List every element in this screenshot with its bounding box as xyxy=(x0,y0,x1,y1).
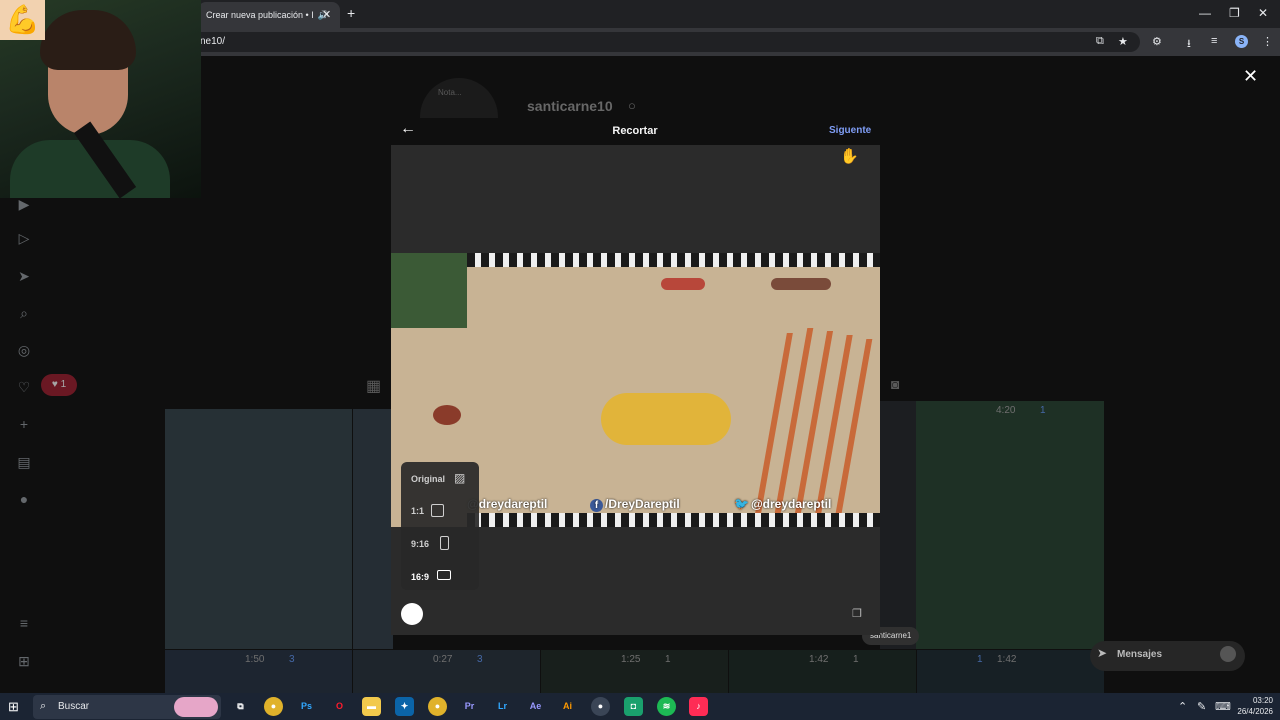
premiere-icon[interactable]: Pr xyxy=(460,697,479,716)
taskbar-search-label: Buscar xyxy=(58,701,90,712)
messages-label: Mensajes xyxy=(1117,649,1163,660)
tab-title: Crear nueva publicación • I xyxy=(206,10,314,20)
crop-toggle-button[interactable] xyxy=(401,603,423,625)
spotify-icon[interactable]: ≋ xyxy=(657,697,676,716)
keyboard-icon[interactable]: ⌨ xyxy=(1215,700,1231,713)
direct-icon: ➤ xyxy=(1097,646,1108,660)
fence-post xyxy=(755,333,793,513)
clock-date: 26/4/2026 xyxy=(1237,707,1273,716)
football xyxy=(433,405,461,425)
person-lying xyxy=(771,278,831,290)
aspect-ratio-menu: Original ▨ 1:1 9:16 16:9 xyxy=(401,462,479,590)
extensions-icon[interactable]: ⚙ xyxy=(1152,35,1162,48)
messages-avatar xyxy=(1220,646,1236,662)
restore-icon[interactable]: ❐ xyxy=(1229,6,1240,20)
illustrator-icon[interactable]: Ai xyxy=(558,697,577,716)
close-icon[interactable]: ✕ xyxy=(1243,66,1258,87)
ratio-16-9[interactable]: 16:9 xyxy=(411,572,429,582)
facebook-handle: f/DreyDareptil xyxy=(590,497,680,512)
film-strip-top xyxy=(467,253,880,267)
multi-select-icon[interactable]: ❐ xyxy=(852,607,862,620)
ratio-original[interactable]: Original xyxy=(411,474,445,484)
search-icon: ⌕ xyxy=(40,700,47,712)
file-explorer-icon[interactable]: ▬ xyxy=(362,697,381,716)
task-view-icon[interactable]: ⧉ xyxy=(231,697,250,716)
ratio-1-1[interactable]: 1:1 xyxy=(411,506,424,516)
minimize-icon[interactable]: — xyxy=(1199,6,1211,20)
webcam-overlay: 💪 xyxy=(0,0,201,198)
taskbar-clock[interactable]: 03:20 26/4/2026 xyxy=(1233,695,1273,717)
image-icon: ▨ xyxy=(454,471,466,485)
portrait-icon xyxy=(440,536,449,550)
person-yellow-shirt xyxy=(601,393,731,445)
hand-cursor-icon: ✋ xyxy=(840,148,859,165)
tray-chevron-icon[interactable]: ⌃ xyxy=(1178,700,1187,713)
chrome-active-icon[interactable]: ● xyxy=(591,697,610,716)
profile-avatar[interactable]: S xyxy=(1235,35,1248,48)
clock-time: 03:20 xyxy=(1252,696,1273,705)
copilot-icon[interactable]: ✦ xyxy=(395,697,414,716)
new-tab-icon[interactable]: + xyxy=(347,5,355,21)
address-bar[interactable]: ne10/ xyxy=(190,32,1140,52)
download-icon[interactable]: ⭳ xyxy=(1187,35,1191,54)
tab-close-icon[interactable]: ✕ xyxy=(322,8,331,21)
instagram-handle: @dreydareptil xyxy=(467,497,548,511)
opera-icon[interactable]: O xyxy=(330,697,349,716)
after-effects-icon[interactable]: Ae xyxy=(526,697,545,716)
chrome-icon[interactable]: ● xyxy=(264,697,283,716)
person-lying xyxy=(661,278,705,290)
window-close-icon[interactable]: ✕ xyxy=(1258,6,1268,20)
twitter-handle: 🐦 @dreydareptil xyxy=(734,497,832,511)
media-control-icon[interactable]: ≡ xyxy=(1211,35,1217,47)
install-app-icon[interactable]: ⧉ xyxy=(1096,35,1104,48)
fence-post xyxy=(774,328,814,513)
next-button[interactable]: Siguente xyxy=(829,125,871,136)
twitter-icon: 🐦 xyxy=(734,497,749,511)
photoshop-icon[interactable]: Ps xyxy=(297,697,316,716)
avatar-sticker: 💪 xyxy=(0,0,45,40)
facecam-inset xyxy=(391,253,467,328)
search-highlight-image xyxy=(174,697,218,717)
menu-kebab-icon[interactable]: ⋮ xyxy=(1262,35,1273,48)
tray-pen-icon[interactable]: ✎ xyxy=(1197,700,1206,713)
tiktok-icon[interactable]: ♪ xyxy=(689,697,708,716)
facebook-icon: f xyxy=(590,499,603,512)
whatsapp-icon[interactable]: ◘ xyxy=(624,697,643,716)
bookmark-star-icon[interactable]: ★ xyxy=(1118,35,1128,48)
browser-tab[interactable]: Crear nueva publicación • I 🔊 xyxy=(198,2,340,28)
film-strip-bottom xyxy=(467,513,880,527)
lightroom-icon[interactable]: Lr xyxy=(493,697,512,716)
chrome-icon-2[interactable]: ● xyxy=(428,697,447,716)
windows-start-icon[interactable]: ⊞ xyxy=(8,699,19,715)
ratio-9-16[interactable]: 9:16 xyxy=(411,539,429,549)
landscape-icon xyxy=(437,570,451,580)
fence-post xyxy=(794,331,834,513)
square-icon xyxy=(431,504,444,517)
webcam-hair xyxy=(40,10,136,70)
